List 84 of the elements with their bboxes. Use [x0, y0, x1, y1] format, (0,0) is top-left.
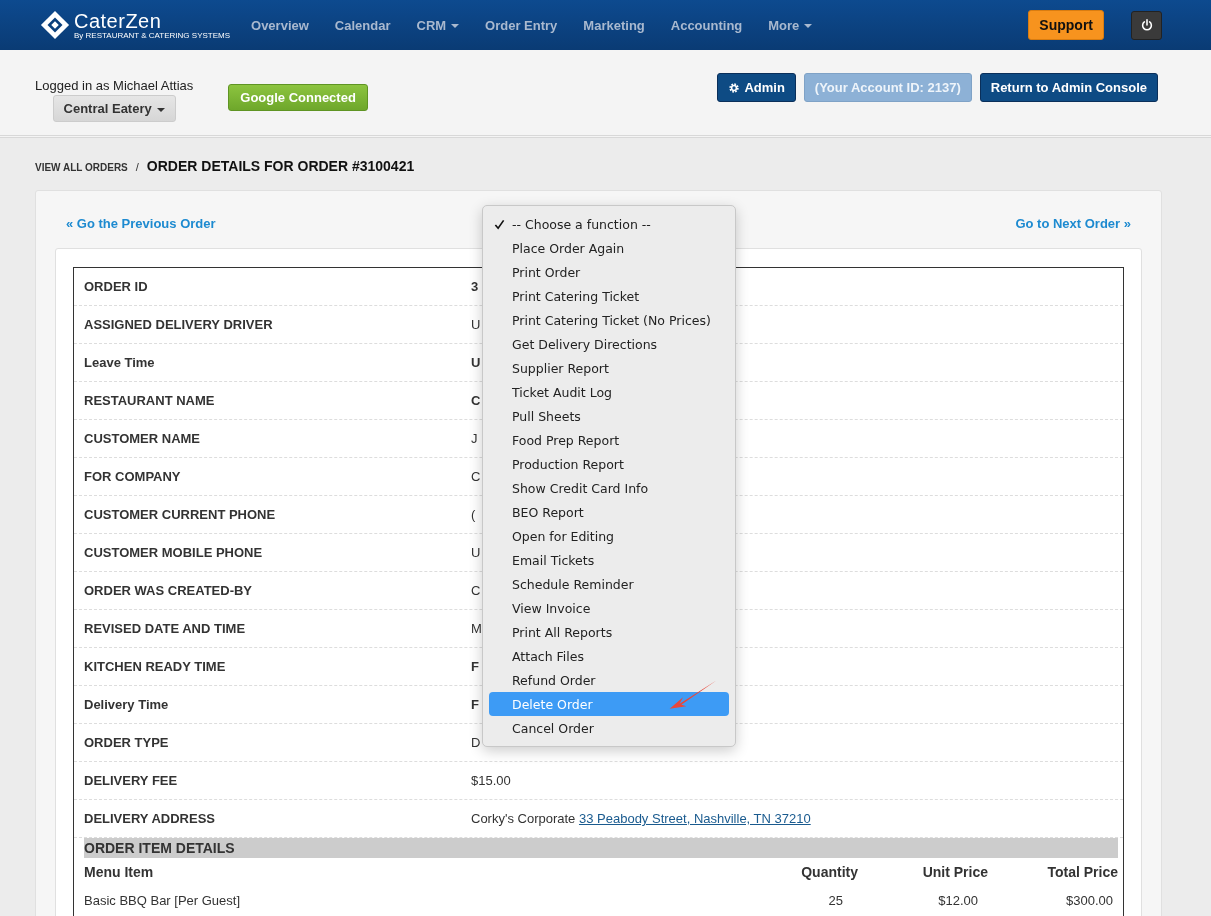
nav-link[interactable]: Overview: [238, 17, 322, 33]
field-label: KITCHEN READY TIME: [84, 659, 227, 674]
menu-item[interactable]: Print Catering Ticket: [489, 284, 729, 308]
field-value: J: [471, 431, 478, 446]
menu-item[interactable]: Cancel Order: [489, 716, 729, 740]
brand-name: CaterZen: [74, 10, 163, 31]
column-header: Total Price: [1046, 864, 1118, 880]
menu-item[interactable]: Email Tickets: [489, 548, 729, 572]
table-cell-text: Basic BBQ Bar [Per Guest]: [84, 892, 242, 908]
field-value: 3: [471, 279, 479, 294]
menu-item[interactable]: Show Credit Card Info: [489, 476, 729, 500]
menu-item[interactable]: Pull Sheets: [489, 404, 729, 428]
gear-icon: [728, 81, 741, 94]
field-value: C: [471, 393, 481, 408]
menu-item[interactable]: Print All Reports: [489, 620, 729, 644]
column-header: Quantity: [800, 864, 858, 880]
menu-item[interactable]: Attach Files: [489, 644, 729, 668]
field-value: C: [471, 583, 481, 598]
power-icon: [1139, 18, 1154, 32]
nav-link[interactable]: CRM: [403, 17, 473, 33]
menu-item[interactable]: View Invoice: [489, 596, 729, 620]
field-label: DELIVERY FEE: [84, 773, 179, 788]
menu-item[interactable]: Production Report: [489, 452, 729, 476]
field-value: U: [471, 355, 481, 370]
field-label: RESTAURANT NAME: [84, 393, 216, 408]
menu-item[interactable]: Place Order Again: [489, 236, 729, 260]
field-value: U: [471, 545, 481, 560]
field-value: Corky's Corporate 33 Peabody Street, Nashville, TN 37210: [471, 811, 811, 826]
field-label: CUSTOMER CURRENT PHONE: [84, 507, 277, 522]
nav-link[interactable]: More: [755, 17, 826, 33]
menu-item[interactable]: Print Catering Ticket (No Prices): [489, 308, 729, 332]
section-header: ORDER ITEM DETAILS: [84, 838, 1118, 858]
field-label: ORDER ID: [84, 279, 149, 294]
previous-order-link[interactable]: « Go the Previous Order: [66, 216, 216, 231]
breadcrumb-link[interactable]: VIEW ALL ORDERS: [35, 162, 128, 173]
field-label: CUSTOMER NAME: [84, 431, 202, 446]
menu-item[interactable]: -- Choose a function --: [489, 212, 729, 236]
field-label: Delivery Time: [84, 697, 170, 712]
field-label: DELIVERY ADDRESS: [84, 811, 216, 826]
power-button[interactable]: [1131, 10, 1162, 40]
diamond-logo-icon: [40, 10, 70, 40]
field-label: Leave Time: [84, 355, 156, 370]
menu-item[interactable]: Get Delivery Directions: [489, 332, 729, 356]
logged-in-text: Logged in as Michael Attias: [35, 78, 194, 93]
brand-tagline: By RESTAURANT & CATERING SYSTEMS: [74, 30, 231, 40]
field-value: (: [471, 507, 476, 522]
page-title: ORDER DETAILS FOR ORDER #3100421: [146, 158, 415, 174]
nav-link[interactable]: Calendar: [321, 17, 404, 33]
field-label: ORDER WAS CREATED-BY: [84, 583, 254, 598]
menu-item[interactable]: Supplier Report: [489, 356, 729, 380]
table-cell-text: 25: [827, 892, 844, 908]
table-cell-text: $300.00: [1065, 892, 1114, 908]
field-label: FOR COMPANY: [84, 469, 182, 484]
menu-item[interactable]: Food Prep Report: [489, 428, 729, 452]
admin-button[interactable]: Admin: [717, 73, 796, 102]
field-label: REVISED DATE AND TIME: [84, 621, 247, 636]
address-link[interactable]: 33 Peabody Street, Nashville, TN 37210: [578, 811, 811, 826]
menu-item[interactable]: Open for Editing: [489, 524, 729, 548]
field-value: C: [471, 469, 481, 484]
menu-item[interactable]: Schedule Reminder: [489, 572, 729, 596]
next-order-link[interactable]: Go to Next Order »: [1015, 216, 1131, 231]
breadcrumb-separator: /: [135, 161, 139, 173]
admin-console-button[interactable]: Return to Admin Console: [979, 73, 1158, 102]
menu-item[interactable]: Print Order: [489, 260, 729, 284]
field-label: ASSIGNED DELIVERY DRIVER: [84, 317, 274, 332]
field-value: F: [471, 697, 479, 712]
column-header: Menu Item: [84, 864, 155, 880]
field-value: F: [471, 659, 479, 674]
nav-link[interactable]: Order Entry: [472, 17, 571, 33]
table-cell-text: $12.00: [937, 892, 979, 908]
support-button[interactable]: Support: [1028, 10, 1104, 40]
menu-item[interactable]: BEO Report: [489, 500, 729, 524]
field-value: U: [471, 317, 481, 332]
menu-item[interactable]: Refund Order: [489, 668, 729, 692]
field-value: $15.00: [471, 773, 511, 788]
field-value: M: [471, 621, 482, 636]
nav-link[interactable]: Marketing: [570, 17, 658, 33]
field-value: D: [471, 735, 481, 750]
field-label: ORDER TYPE: [84, 735, 170, 750]
column-header: Unit Price: [921, 864, 988, 880]
field-label: CUSTOMER MOBILE PHONE: [84, 545, 264, 560]
menu-item[interactable]: Ticket Audit Log: [489, 380, 729, 404]
nav-link[interactable]: Accounting: [657, 17, 756, 33]
location-dropdown[interactable]: Central Eatery: [52, 95, 176, 122]
